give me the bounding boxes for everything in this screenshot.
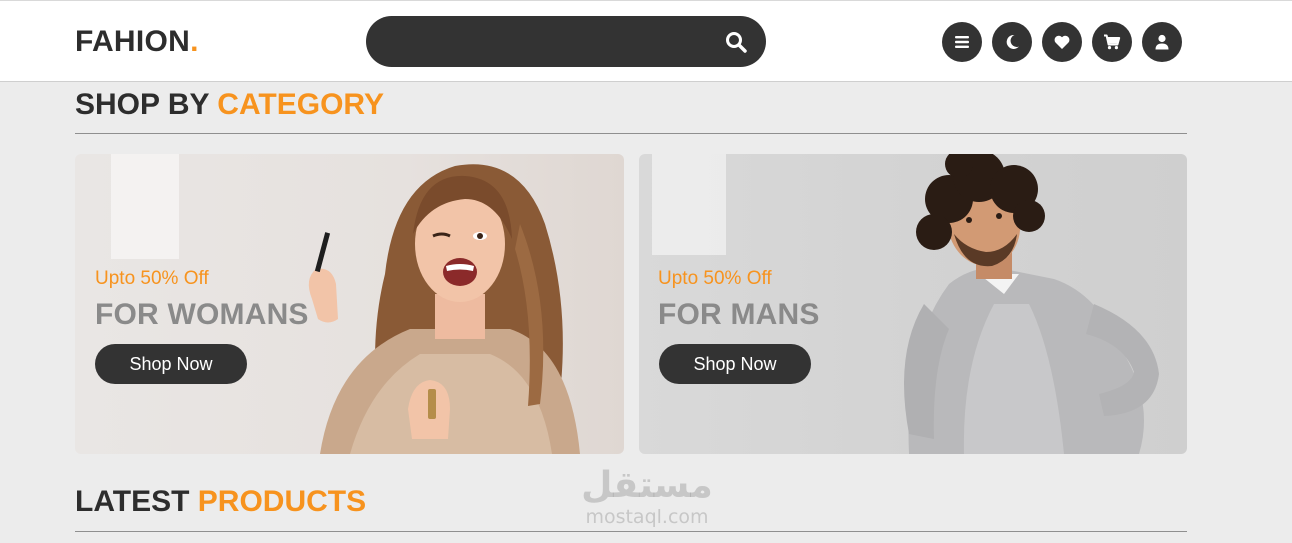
search-icon[interactable] [724, 30, 748, 54]
account-button[interactable] [1142, 22, 1182, 62]
search-bar [366, 16, 766, 67]
search-input[interactable] [386, 26, 706, 56]
user-icon [1155, 34, 1169, 50]
women-offer-text: Upto 50% Off [95, 268, 209, 289]
men-heading: FOR MANS [658, 298, 820, 331]
men-offer-text: Upto 50% Off [658, 268, 772, 289]
logo-text: FAHION [75, 25, 191, 58]
header-icons [942, 22, 1182, 62]
logo[interactable]: FAHION. [75, 25, 199, 59]
watermark: مستقل mostaql.com [576, 465, 718, 529]
shop-now-women-button[interactable]: Shop Now [95, 344, 247, 384]
cart-icon [1104, 34, 1121, 50]
category-title-main: SHOP BY [75, 88, 209, 121]
logo-dot: . [190, 25, 199, 58]
shop-now-men-button[interactable]: Shop Now [659, 344, 811, 384]
category-divider [75, 133, 1187, 134]
woman-model-image [308, 164, 580, 454]
products-divider [75, 531, 1187, 532]
category-card-men[interactable]: Upto 50% Off FOR MANS Shop Now [639, 154, 1187, 454]
watermark-arabic: مستقل [581, 465, 713, 506]
category-section-title: SHOP BY CATEGORY [75, 88, 384, 122]
theme-toggle-button[interactable] [992, 22, 1032, 62]
decorative-panel [111, 154, 179, 259]
menu-icon [955, 36, 969, 48]
wishlist-button[interactable] [1042, 22, 1082, 62]
women-heading: FOR WOMANS [95, 298, 309, 331]
decorative-panel [652, 154, 726, 255]
heart-icon [1054, 35, 1070, 49]
watermark-latin: mostaql.com [585, 506, 709, 528]
moon-icon [1006, 34, 1019, 49]
products-title-accent: PRODUCTS [197, 485, 367, 518]
category-title-accent: CATEGORY [217, 88, 384, 121]
man-model-image [904, 154, 1159, 454]
menu-button[interactable] [942, 22, 982, 62]
cart-button[interactable] [1092, 22, 1132, 62]
site-header: FAHION. [0, 0, 1292, 82]
category-card-women[interactable]: Upto 50% Off FOR WOMANS Shop Now [75, 154, 624, 454]
products-section-title: LATEST PRODUCTS [75, 485, 366, 519]
products-title-main: LATEST [75, 485, 190, 518]
